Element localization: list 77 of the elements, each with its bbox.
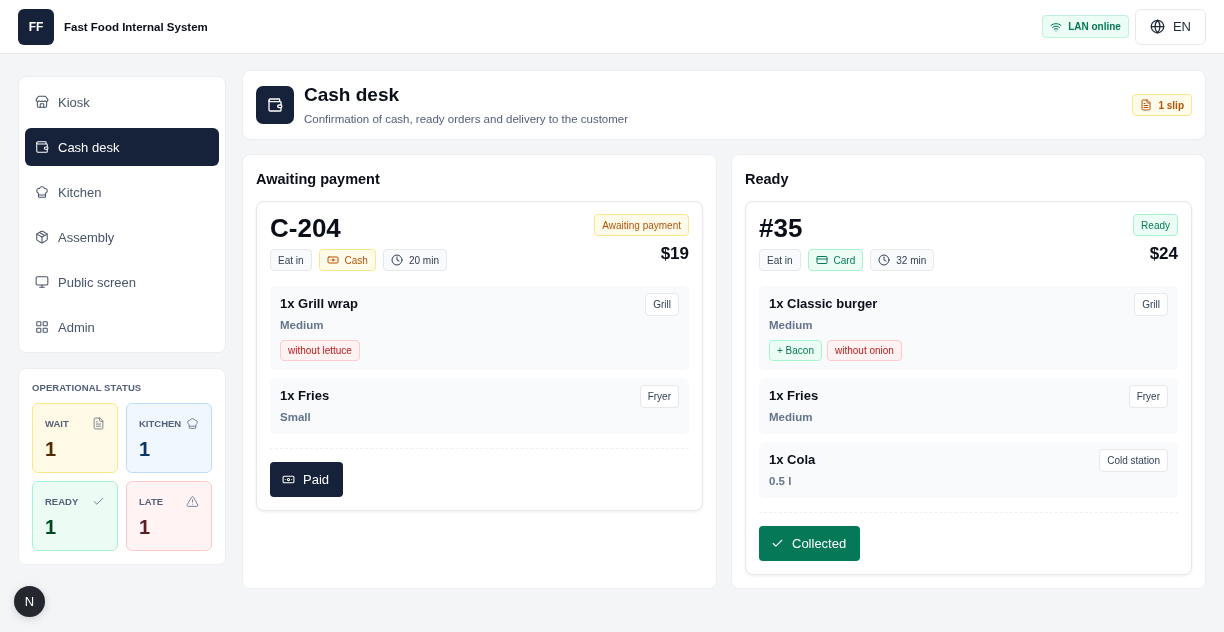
service-tag: Eat in [759, 249, 801, 271]
language-button[interactable]: EN [1134, 8, 1206, 45]
app-title: Fast Food Internal System [64, 20, 208, 33]
item-size: Medium [769, 410, 813, 425]
order-total: $24 [1149, 243, 1178, 265]
item-name: 1x Fries [769, 387, 819, 405]
dev-indicator-button[interactable]: N [14, 586, 45, 617]
item-name: 1x Fries [280, 387, 330, 405]
tile-count: 1 [45, 516, 57, 539]
check-icon [771, 537, 784, 550]
sidebar-item[interactable]: Cash desk [25, 128, 219, 166]
tile-label: KITCHEN [139, 418, 182, 429]
order-number: C-204 [270, 214, 341, 242]
status-badge: Ready [1133, 214, 1178, 236]
sidebar-item[interactable]: Admin [25, 308, 219, 346]
service-tag: Eat in [270, 249, 312, 271]
wait-time: 32 min [896, 254, 927, 266]
paid-button[interactable]: Paid [270, 462, 344, 497]
column-title: Ready [745, 170, 789, 189]
item-size: Medium [769, 318, 813, 333]
box-icon [35, 230, 49, 244]
chef-hat-icon [186, 417, 199, 430]
tile-label: WAIT [45, 418, 69, 429]
document-icon [92, 417, 105, 430]
sidebar-item[interactable]: Kitchen [25, 173, 219, 211]
station-tag: Cold station [1099, 449, 1168, 472]
check-icon [92, 495, 105, 508]
tile-label: READY [45, 496, 79, 507]
column-title: Awaiting payment [256, 170, 380, 189]
wait-time: 20 min [408, 254, 439, 266]
clock-icon [878, 254, 891, 266]
banknote-icon [326, 254, 339, 266]
station-tag: Grill [1134, 293, 1168, 316]
wifi-icon [1050, 20, 1063, 33]
payment-method: Cash [344, 254, 368, 266]
warning-icon [186, 495, 199, 508]
order-total: $19 [660, 243, 689, 265]
wallet-icon [35, 140, 49, 154]
clock-icon [390, 254, 403, 266]
monitor-icon [35, 275, 49, 289]
collected-button[interactable]: Collected [759, 526, 861, 561]
store-icon [35, 95, 49, 109]
banknote-icon [282, 473, 295, 486]
wallet-icon [256, 86, 294, 124]
payment-method: Card [833, 254, 856, 266]
card-icon [815, 254, 828, 266]
sidebar-item[interactable]: Public screen [25, 263, 219, 301]
order-number: #35 [759, 214, 803, 242]
modifier-tag: without lettuce [280, 340, 360, 361]
grid-icon [35, 320, 49, 334]
modifier-tag: without onion [827, 340, 902, 361]
item-size: Medium [280, 318, 324, 333]
status-badge: Awaiting payment [594, 214, 689, 236]
station-tag: Grill [645, 293, 679, 316]
panel-title: OPERATIONAL STATUS [32, 382, 143, 393]
connection-status: LAN online [1068, 21, 1121, 32]
app-logo: FF [18, 8, 54, 45]
item-name: 1x Classic burger [769, 295, 878, 313]
item-name: 1x Cola [769, 451, 816, 469]
globe-icon [1149, 19, 1165, 34]
item-size: Small [280, 410, 311, 425]
tile-count: 1 [139, 516, 151, 539]
item-name: 1x Grill wrap [280, 295, 359, 313]
tile-count: 1 [45, 438, 57, 461]
item-size: 0.5 l [769, 474, 792, 489]
sidebar-item[interactable]: Assembly [25, 218, 219, 256]
page-title: Cash desk [304, 83, 400, 107]
sidebar-item[interactable]: Kiosk [25, 83, 219, 121]
page-subtitle: Confirmation of cash, ready orders and delivery to the customer [304, 112, 629, 127]
tile-label: LATE [139, 496, 164, 507]
station-tag: Fryer [1128, 385, 1168, 408]
slip-count: 1 slip [1158, 99, 1184, 111]
chef-hat-icon [35, 185, 49, 199]
modifier-tag: + Bacon [769, 340, 822, 361]
tile-count: 1 [139, 438, 151, 461]
station-tag: Fryer [639, 385, 679, 408]
document-icon [1140, 99, 1153, 111]
